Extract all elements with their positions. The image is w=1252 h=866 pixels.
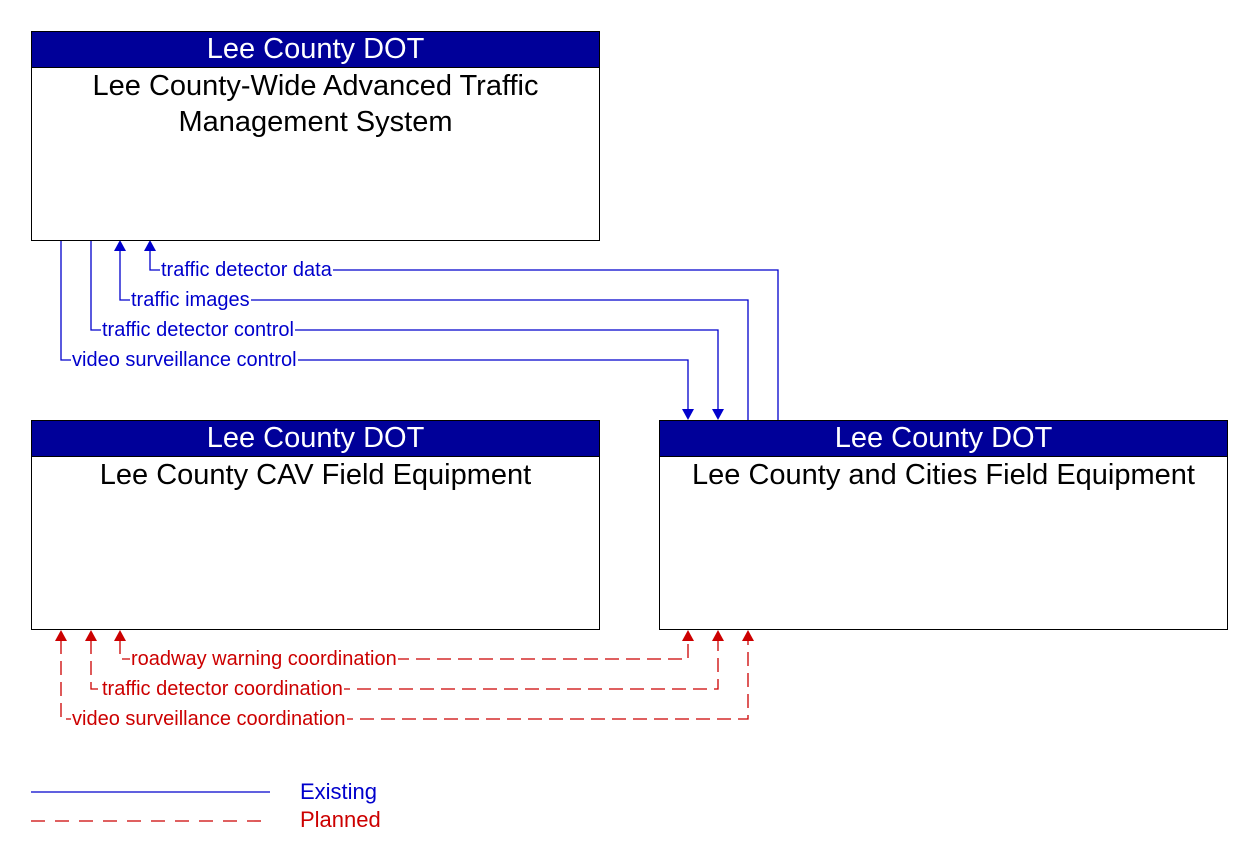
legend-planned-label: Planned bbox=[300, 807, 381, 832]
arrow-up-icon bbox=[742, 630, 754, 641]
flow-label-video-surveillance-control[interactable]: video surveillance control bbox=[71, 349, 298, 371]
cav-box[interactable]: Lee County DOT Lee County CAV Field Equi… bbox=[31, 420, 600, 630]
flow-label-video-surveillance-coordination[interactable]: video surveillance coordination bbox=[71, 708, 347, 730]
atms-box[interactable]: Lee County DOT Lee County-Wide Advanced … bbox=[31, 31, 600, 241]
legend-existing-label: Existing bbox=[300, 779, 378, 804]
atms-name-text: Lee County-Wide Advanced Traffic Managem… bbox=[92, 70, 539, 138]
flow-label-roadway-warning-coordination[interactable]: roadway warning coordination bbox=[130, 648, 398, 670]
flow-label-traffic-detector-data[interactable]: traffic detector data bbox=[160, 259, 333, 281]
arrow-up-icon bbox=[712, 630, 724, 641]
arrow-down-icon bbox=[682, 409, 694, 420]
atms-name: Lee County-Wide Advanced Traffic Managem… bbox=[32, 68, 599, 140]
flow-label-traffic-images[interactable]: traffic images bbox=[130, 289, 251, 311]
arrow-up-icon bbox=[85, 630, 97, 641]
flow-label-traffic-detector-control[interactable]: traffic detector control bbox=[101, 319, 295, 341]
flow-label-traffic-detector-coordination[interactable]: traffic detector coordination bbox=[101, 678, 344, 700]
field-name: Lee County and Cities Field Equipment bbox=[692, 459, 1195, 491]
arrow-up-icon bbox=[55, 630, 67, 641]
cav-owner: Lee County DOT bbox=[32, 421, 599, 457]
arrow-up-icon bbox=[682, 630, 694, 641]
arrow-down-icon bbox=[712, 409, 724, 420]
arrow-up-icon bbox=[114, 630, 126, 641]
cav-name: Lee County CAV Field Equipment bbox=[99, 459, 532, 491]
field-owner: Lee County DOT bbox=[660, 421, 1227, 457]
arrow-up-icon bbox=[144, 240, 156, 251]
field-box[interactable]: Lee County DOT Lee County and Cities Fie… bbox=[659, 420, 1228, 630]
atms-owner: Lee County DOT bbox=[32, 32, 599, 68]
arrow-up-icon bbox=[114, 240, 126, 251]
